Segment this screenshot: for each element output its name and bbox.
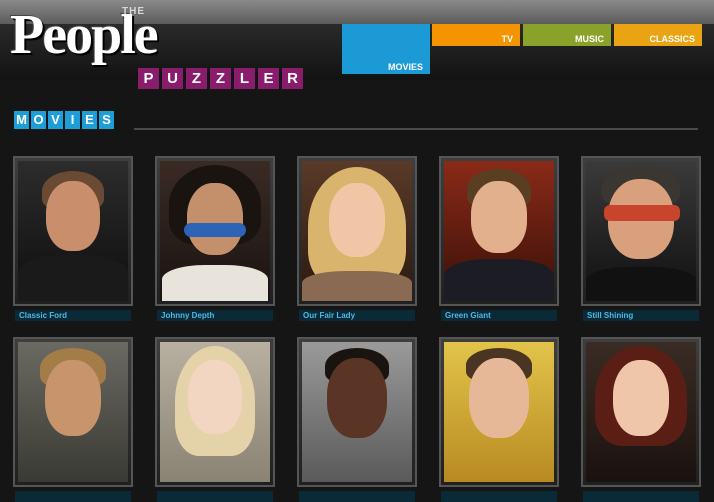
celebrity-photo bbox=[160, 161, 270, 301]
tab-tv[interactable]: TV bbox=[432, 24, 520, 46]
section-title: M O V I E S bbox=[14, 111, 114, 129]
section-divider bbox=[134, 128, 698, 130]
site-logo[interactable]: People THE P U Z Z L E R bbox=[10, 2, 303, 94]
section-title-letter: S bbox=[99, 111, 114, 129]
photo-frame bbox=[13, 337, 133, 487]
celebrity-photo bbox=[160, 342, 270, 482]
card-label bbox=[299, 491, 415, 502]
card-label bbox=[157, 491, 273, 502]
puzzle-card[interactable] bbox=[439, 337, 559, 502]
puzzle-card[interactable]: Johnny Depth bbox=[155, 156, 275, 321]
section-title-letter: V bbox=[48, 111, 63, 129]
card-label: Green Giant bbox=[441, 310, 557, 321]
section-title-letter: E bbox=[82, 111, 97, 129]
celebrity-photo bbox=[302, 342, 412, 482]
section-title-letter: O bbox=[31, 111, 46, 129]
card-label: Still Shining bbox=[583, 310, 699, 321]
photo-frame bbox=[581, 337, 701, 487]
photo-frame bbox=[297, 156, 417, 306]
puzzler-letter: Z bbox=[210, 68, 231, 89]
photo-frame bbox=[439, 156, 559, 306]
card-label: Classic Ford bbox=[15, 310, 131, 321]
puzzle-card[interactable] bbox=[155, 337, 275, 502]
puzzle-card[interactable] bbox=[581, 337, 701, 502]
photo-frame bbox=[13, 156, 133, 306]
puzzler-letter: Z bbox=[186, 68, 207, 89]
card-label bbox=[441, 491, 557, 502]
celebrity-photo bbox=[302, 161, 412, 301]
puzzler-letter: U bbox=[162, 68, 183, 89]
puzzler-wordmark: P U Z Z L E R bbox=[138, 68, 303, 89]
photo-frame bbox=[155, 337, 275, 487]
card-label: Our Fair Lady bbox=[299, 310, 415, 321]
tab-movies[interactable]: MOVIES bbox=[342, 24, 430, 74]
celebrity-photo bbox=[444, 161, 554, 301]
photo-frame bbox=[155, 156, 275, 306]
tab-classics[interactable]: CLASSICS bbox=[614, 24, 702, 46]
puzzle-card[interactable] bbox=[297, 337, 417, 502]
puzzler-letter: R bbox=[282, 68, 303, 89]
puzzle-card[interactable]: Green Giant bbox=[439, 156, 559, 321]
photo-frame bbox=[581, 156, 701, 306]
puzzler-letter: P bbox=[138, 68, 159, 89]
tab-music[interactable]: MUSIC bbox=[523, 24, 611, 46]
celebrity-photo bbox=[586, 161, 696, 301]
celebrity-photo bbox=[18, 161, 128, 301]
puzzle-card[interactable]: Our Fair Lady bbox=[297, 156, 417, 321]
puzzler-letter: L bbox=[234, 68, 255, 89]
puzzle-card[interactable] bbox=[13, 337, 133, 502]
celebrity-photo bbox=[586, 342, 696, 482]
photo-frame bbox=[297, 337, 417, 487]
card-label: Johnny Depth bbox=[157, 310, 273, 321]
section-title-letter: I bbox=[65, 111, 80, 129]
photo-frame bbox=[439, 337, 559, 487]
section-title-letter: M bbox=[14, 111, 29, 129]
card-label bbox=[15, 491, 131, 502]
celebrity-photo bbox=[444, 342, 554, 482]
puzzler-letter: E bbox=[258, 68, 279, 89]
card-label bbox=[583, 491, 699, 502]
logo-the-text: THE bbox=[122, 6, 145, 17]
celebrity-photo bbox=[18, 342, 128, 482]
puzzle-card[interactable]: Classic Ford bbox=[13, 156, 133, 321]
puzzle-card[interactable]: Still Shining bbox=[581, 156, 701, 321]
